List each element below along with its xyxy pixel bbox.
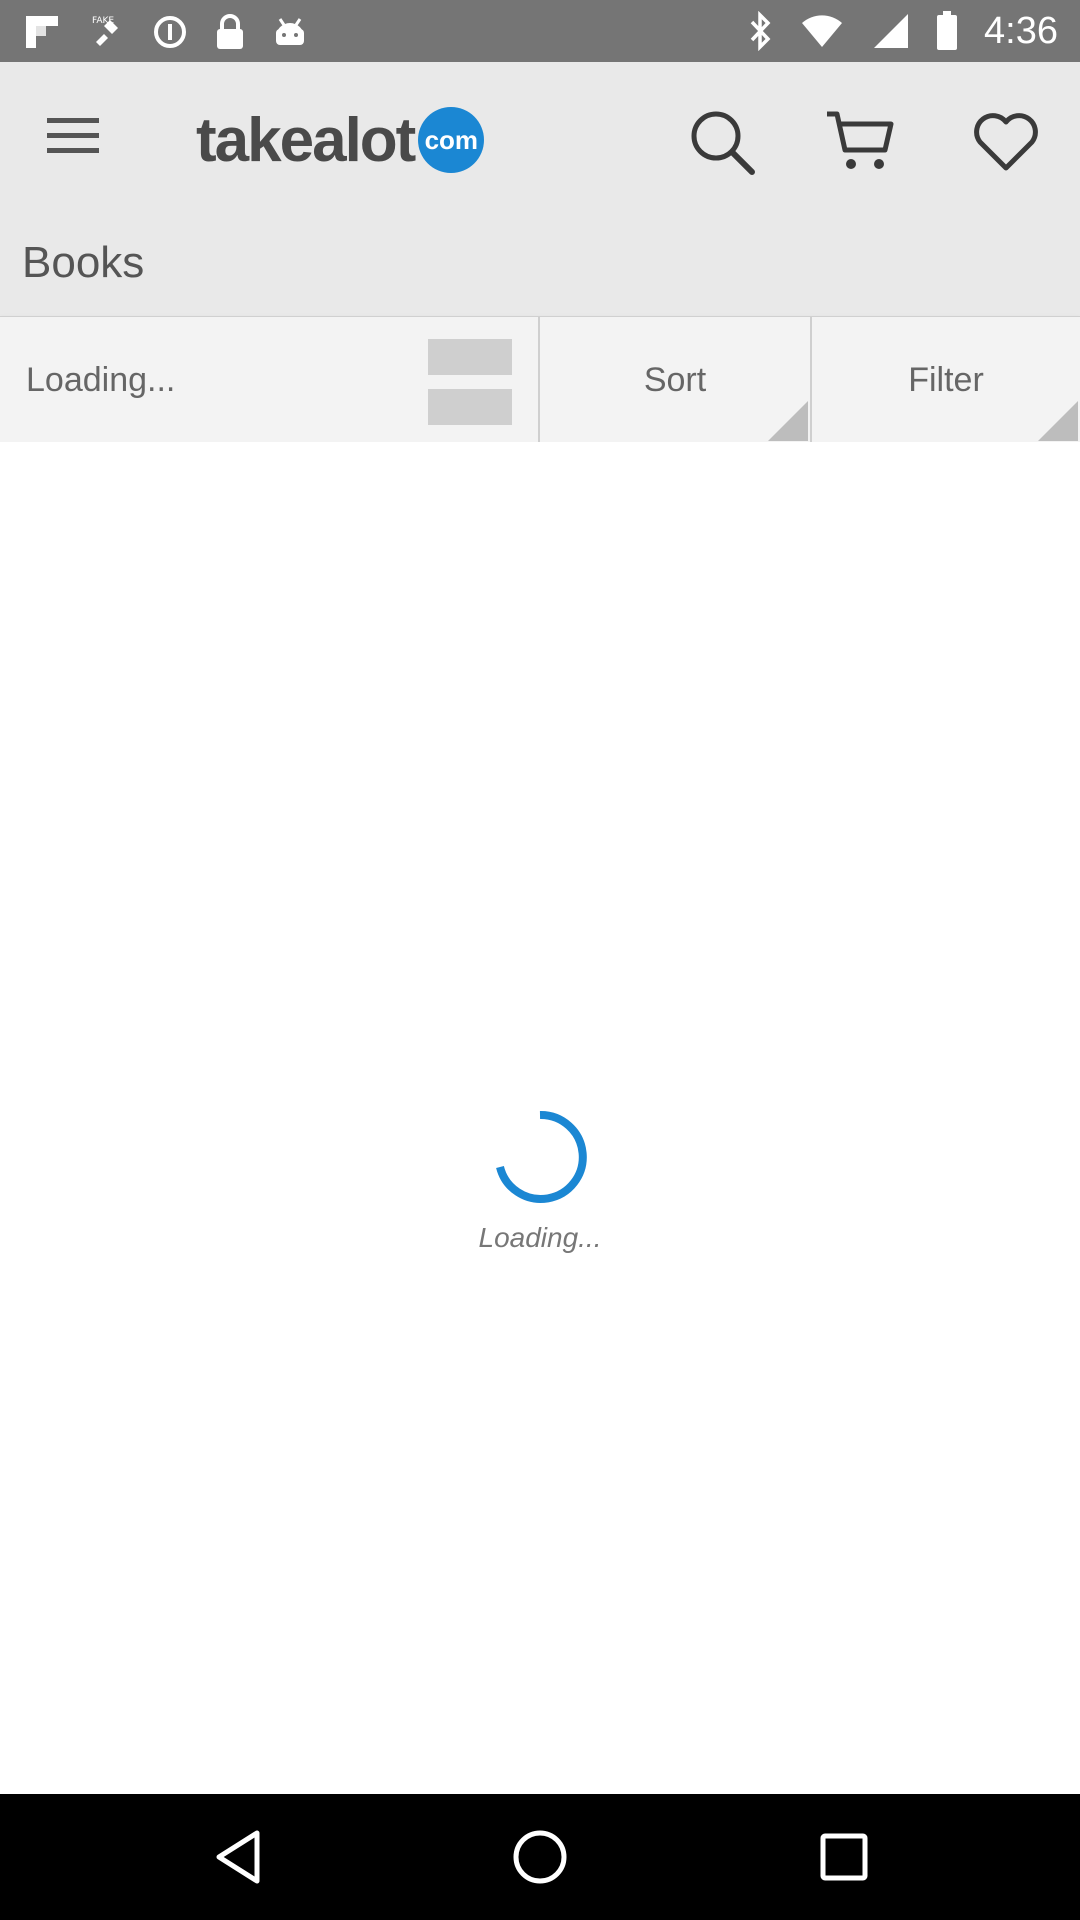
list-view-icon-bar <box>428 389 512 425</box>
lock-icon <box>214 13 246 51</box>
recents-icon <box>820 1833 868 1881</box>
screen: FAKE 4:36 takealot com Books Loading... … <box>0 0 1080 1920</box>
wifi-icon <box>800 13 844 49</box>
cart-button[interactable] <box>820 102 900 182</box>
flipboard-icon <box>24 14 60 50</box>
dropdown-corner-icon <box>768 401 808 441</box>
search-button[interactable] <box>682 102 762 182</box>
sort-label: Sort <box>643 360 707 399</box>
search-icon <box>691 111 755 175</box>
status-right-icons: 4:36 <box>748 8 1058 54</box>
filter-button[interactable]: Filter <box>812 317 1080 443</box>
heart-icon <box>974 113 1038 171</box>
data-saver-icon <box>152 14 188 50</box>
status-bar: FAKE 4:36 <box>0 0 1080 62</box>
page-title: Books <box>22 238 145 287</box>
android-icon <box>272 15 308 49</box>
home-button[interactable] <box>510 1827 570 1887</box>
filter-label: Filter <box>908 360 984 399</box>
sort-button[interactable]: Sort <box>540 317 812 443</box>
cart-icon <box>827 111 894 169</box>
fake-gps-icon: FAKE <box>86 12 126 52</box>
back-icon <box>216 1830 260 1884</box>
back-button[interactable] <box>208 1827 268 1887</box>
app-bar: takealot com Books <box>0 62 1080 316</box>
logo-badge: com <box>418 107 485 173</box>
recents-button[interactable] <box>814 1827 874 1887</box>
dropdown-corner-icon <box>1038 401 1078 441</box>
logo-text: takealot <box>196 105 416 175</box>
menu-button[interactable] <box>40 110 106 162</box>
system-nav-bar <box>0 1794 1080 1920</box>
loading-text: Loading... <box>478 1222 602 1253</box>
wishlist-button[interactable] <box>966 102 1046 182</box>
home-icon <box>513 1830 567 1884</box>
results-toolbar: Loading... Sort Filter <box>0 316 1080 443</box>
content-area: Loading... <box>0 442 1080 1794</box>
signal-icon <box>870 12 910 50</box>
results-count-label: Loading... <box>26 360 176 399</box>
bluetooth-icon <box>748 11 774 51</box>
hamburger-menu-icon <box>47 118 99 153</box>
results-count-cell: Loading... <box>0 317 540 443</box>
battery-icon <box>936 11 958 51</box>
status-time: 4:36 <box>984 9 1058 52</box>
takealot-logo[interactable]: takealot com <box>196 100 485 180</box>
status-left-icons: FAKE <box>24 12 308 52</box>
loading-spinner-icon <box>496 1110 587 1203</box>
list-view-icon <box>428 339 512 375</box>
view-toggle-button[interactable] <box>428 339 512 425</box>
